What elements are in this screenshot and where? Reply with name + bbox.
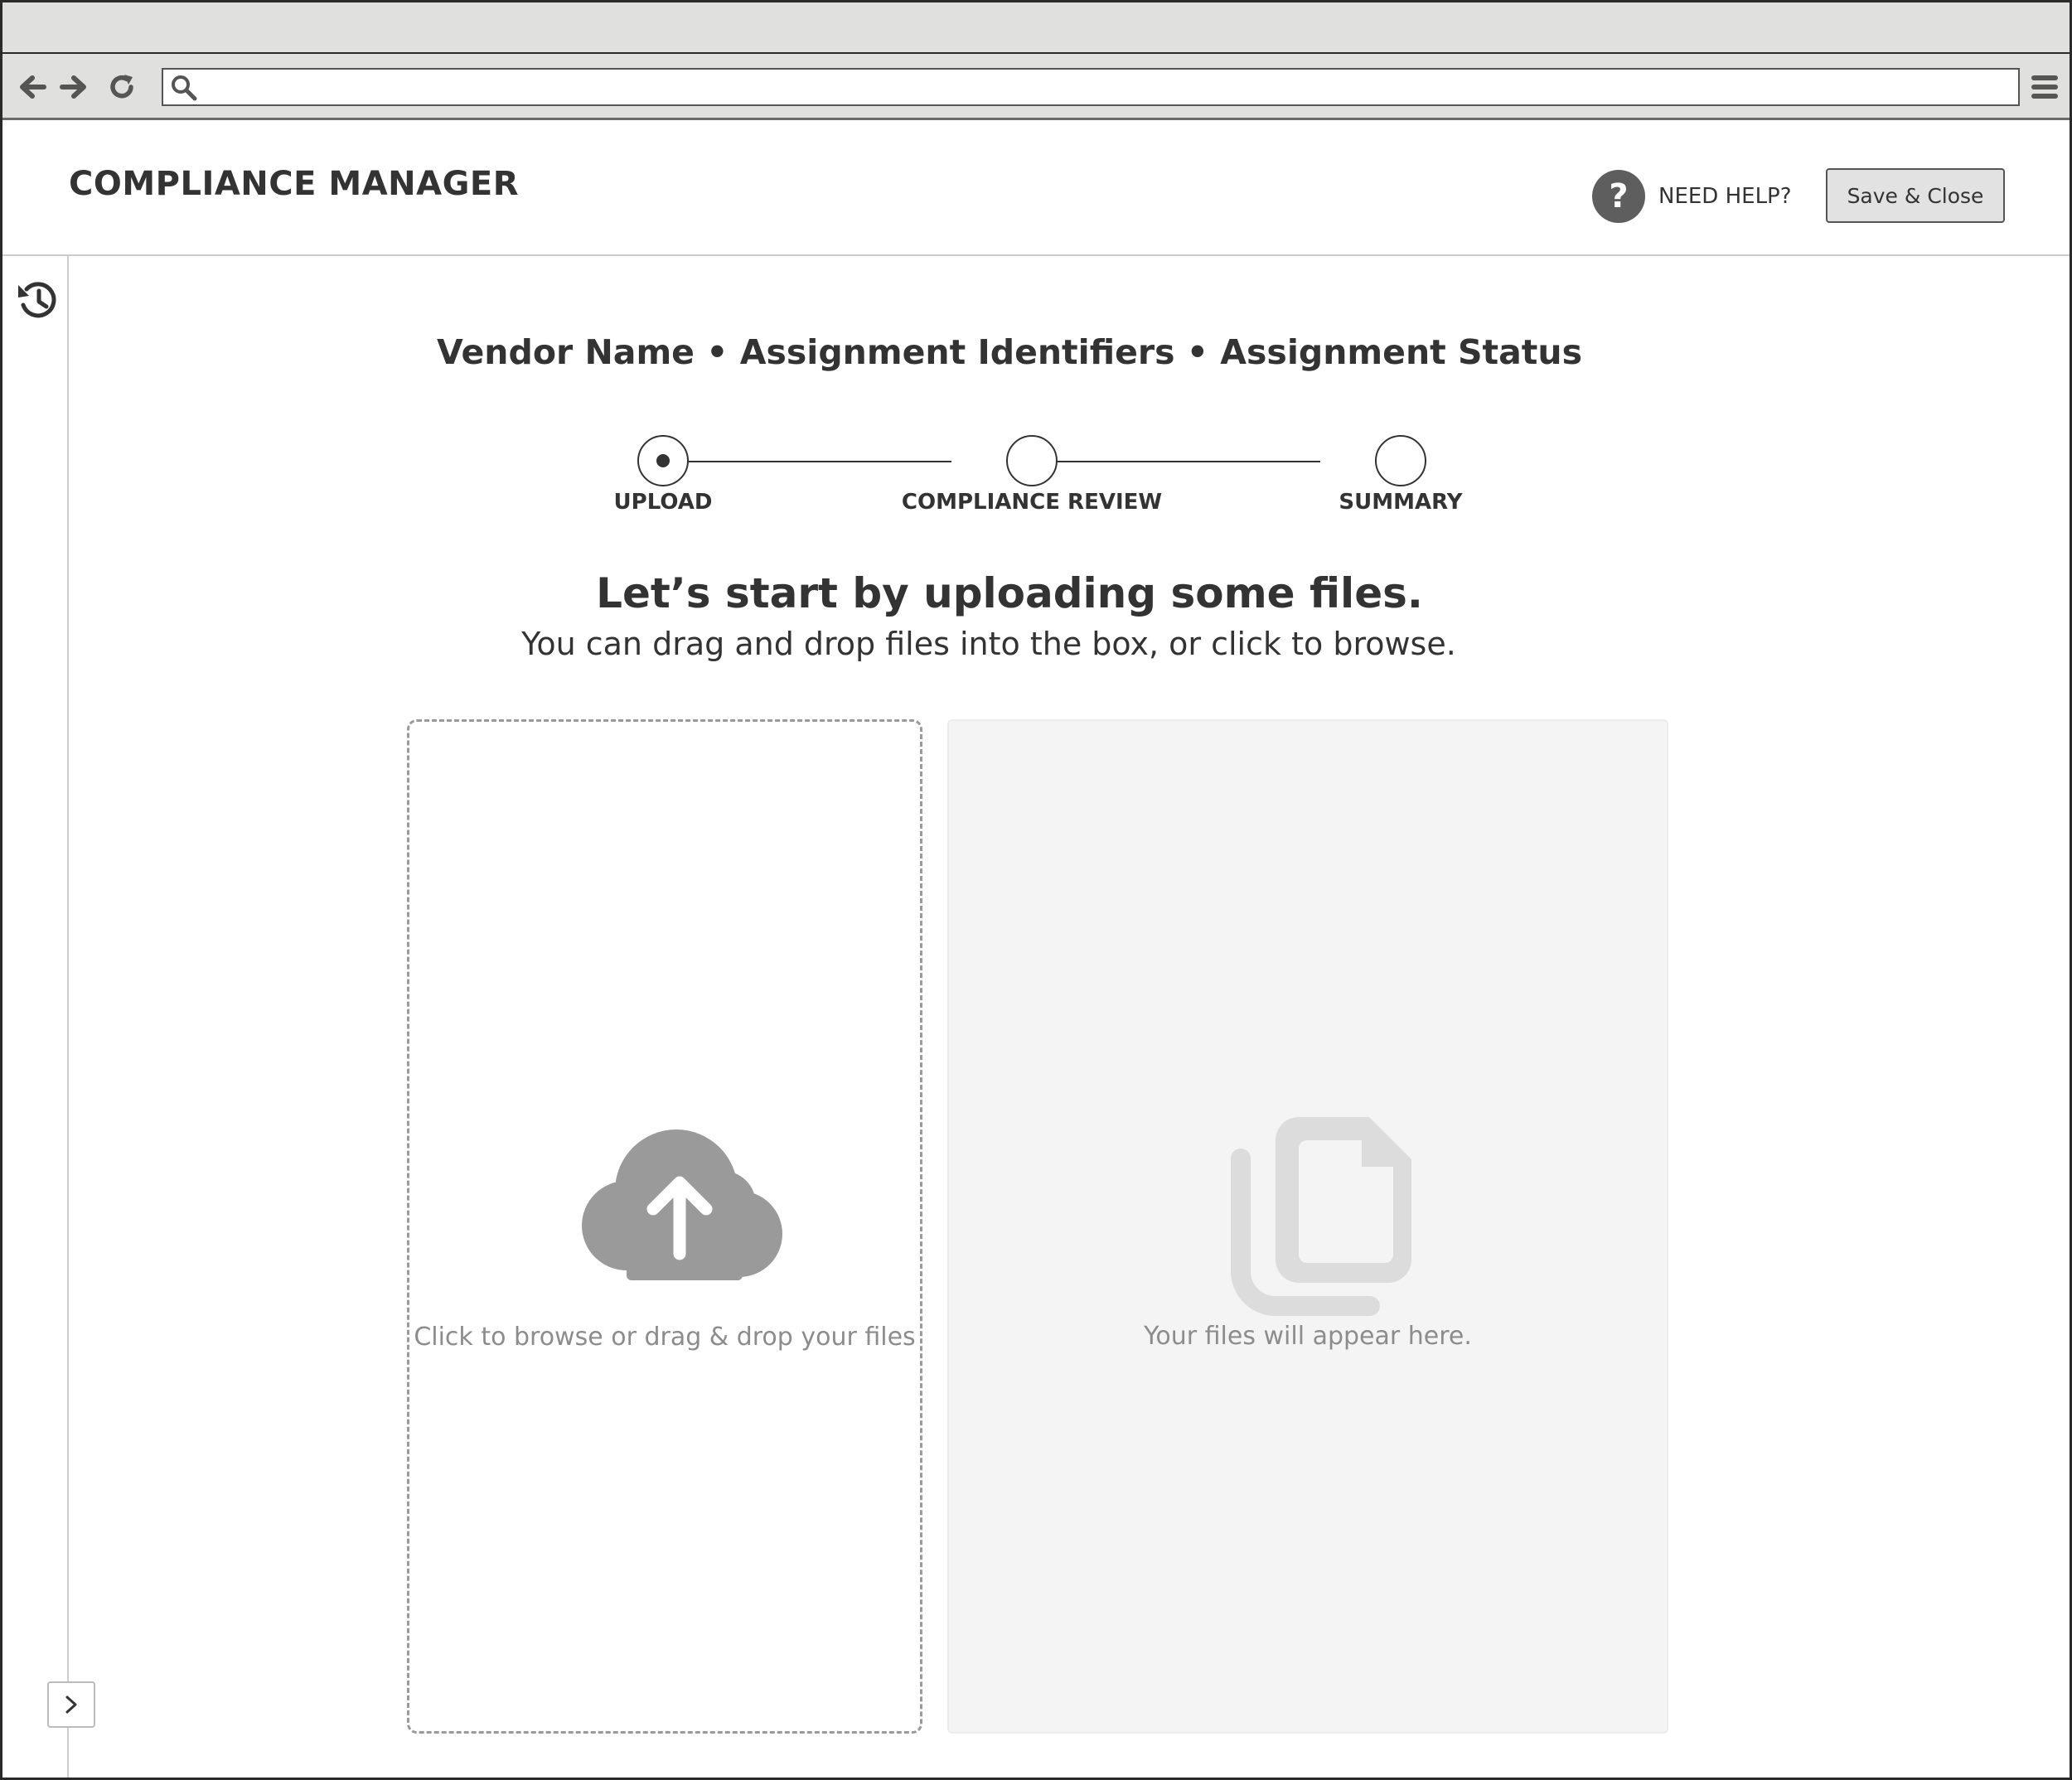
back-button[interactable]	[14, 69, 51, 105]
app-title: COMPLIANCE MANAGER	[69, 165, 520, 203]
step-summary-label: SUMMARY	[1339, 490, 1463, 515]
search-icon	[172, 75, 197, 101]
hamburger-menu-icon[interactable]	[2028, 70, 2061, 104]
forward-button[interactable]	[56, 69, 92, 105]
need-help-link[interactable]: ? NEED HELP?	[1592, 170, 1792, 223]
address-bar[interactable]	[162, 68, 2020, 106]
reload-button[interactable]	[104, 69, 140, 105]
browser-toolbar	[2, 54, 2070, 120]
browser-titlebar	[2, 2, 2070, 54]
need-help-label: NEED HELP?	[1658, 184, 1792, 209]
uploaded-files-panel: Your files will appear here.	[947, 719, 1668, 1734]
url-input[interactable]	[205, 73, 2011, 101]
app-header: COMPLIANCE MANAGER ? NEED HELP? Save & C…	[2, 120, 2070, 256]
sidebar-expand-button[interactable]	[47, 1681, 95, 1728]
step-compliance-review-indicator[interactable]	[1006, 435, 1058, 486]
step-upload-indicator[interactable]	[637, 435, 689, 486]
progress-stepper: UPLOAD COMPLIANCE REVIEW SUMMARY	[583, 433, 1494, 525]
step-connector	[663, 461, 951, 462]
reload-icon	[110, 75, 133, 99]
assignment-context-line: Vendor Name • Assignment Identifiers • A…	[436, 332, 1582, 372]
cloud-upload-icon	[582, 1129, 782, 1280]
files-empty-state-label: Your files will appear here.	[1144, 1322, 1472, 1351]
left-sidebar	[2, 256, 95, 1778]
upload-headline: Let’s start by uploading some files.	[596, 569, 1423, 617]
chevron-right-icon	[65, 1695, 77, 1714]
dropzone-label: Click to browse or drag & drop your file…	[414, 1323, 916, 1352]
step-compliance-review-label: COMPLIANCE REVIEW	[901, 490, 1163, 515]
upload-instructions: You can drag and drop files into the box…	[521, 626, 1456, 662]
help-glyph: ?	[1609, 177, 1629, 215]
step-upload-label: UPLOAD	[613, 490, 713, 515]
arrow-left-icon	[20, 75, 46, 99]
help-icon: ?	[1592, 170, 1645, 223]
save-and-close-button[interactable]: Save & Close	[1826, 168, 2005, 223]
arrow-right-icon	[60, 75, 86, 99]
files-copy-icon	[1231, 1117, 1411, 1316]
file-dropzone[interactable]: Click to browse or drag & drop your file…	[407, 719, 922, 1734]
browser-window: COMPLIANCE MANAGER ? NEED HELP? Save & C…	[0, 0, 2072, 1780]
history-icon[interactable]	[16, 278, 61, 322]
step-connector	[1032, 461, 1320, 462]
step-summary-indicator[interactable]	[1375, 435, 1426, 486]
active-step-dot	[656, 454, 670, 467]
